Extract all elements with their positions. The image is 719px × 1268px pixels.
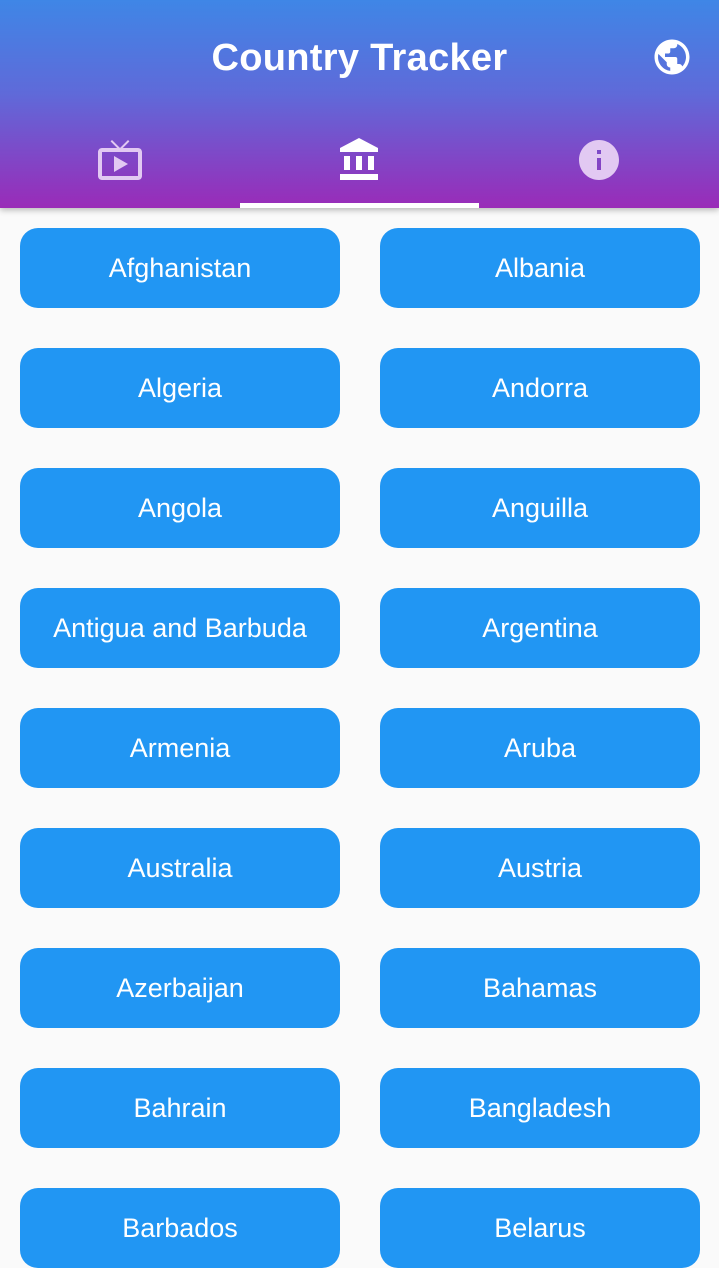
country-button-bahrain[interactable]: Bahrain	[20, 1068, 340, 1148]
tab-bar	[0, 112, 719, 208]
country-button-armenia[interactable]: Armenia	[20, 708, 340, 788]
country-button-angola[interactable]: Angola	[20, 468, 340, 548]
country-button-albania[interactable]: Albania	[380, 228, 700, 308]
globe-button[interactable]	[648, 33, 696, 81]
live-tv-icon	[97, 140, 142, 180]
country-grid: Afghanistan Albania Algeria Andorra Ango…	[20, 228, 700, 1268]
tab-selected-indicator	[239, 203, 480, 208]
country-button-argentina[interactable]: Argentina	[380, 588, 700, 668]
globe-icon	[654, 39, 690, 75]
country-button-aruba[interactable]: Aruba	[380, 708, 700, 788]
country-button-algeria[interactable]: Algeria	[20, 348, 340, 428]
country-button-australia[interactable]: Australia	[20, 828, 340, 908]
country-button-afghanistan[interactable]: Afghanistan	[20, 228, 340, 308]
tab-live-tv[interactable]	[0, 112, 240, 208]
country-button-anguilla[interactable]: Anguilla	[380, 468, 700, 548]
country-button-belarus[interactable]: Belarus	[380, 1188, 700, 1268]
tab-info[interactable]	[479, 112, 719, 208]
bank-icon	[339, 138, 378, 180]
tab-bank[interactable]	[239, 112, 480, 208]
country-button-barbados[interactable]: Barbados	[20, 1188, 340, 1268]
country-button-azerbaijan[interactable]: Azerbaijan	[20, 948, 340, 1028]
country-button-bahamas[interactable]: Bahamas	[380, 948, 700, 1028]
info-icon	[579, 140, 620, 180]
country-button-bangladesh[interactable]: Bangladesh	[380, 1068, 700, 1148]
page-title: Country Tracker	[211, 37, 508, 79]
country-button-andorra[interactable]: Andorra	[380, 348, 700, 428]
country-button-austria[interactable]: Austria	[380, 828, 700, 908]
country-button-antigua-and-barbuda[interactable]: Antigua and Barbuda	[20, 588, 340, 668]
app-bar: Country Tracker	[0, 0, 719, 208]
